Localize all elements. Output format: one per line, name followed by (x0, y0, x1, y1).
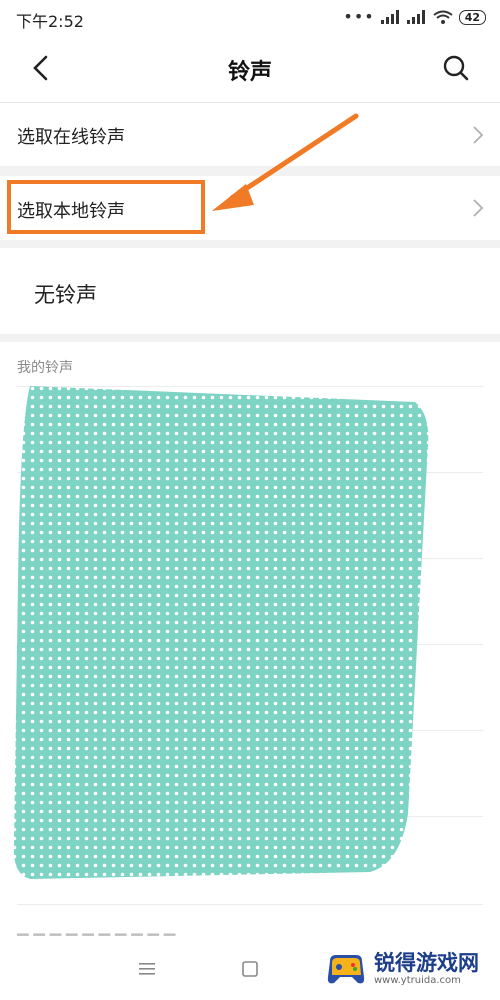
watermark-text: 锐得游戏网 www.ytruida.com (374, 951, 479, 987)
redaction-overlay (13, 386, 429, 879)
annotation-arrow-icon (212, 113, 359, 211)
watermark-url: www.ytruida.com (374, 975, 461, 986)
home-button[interactable] (235, 954, 265, 984)
section-gap (0, 334, 500, 342)
watermark-brand: 锐得游戏网 (374, 951, 479, 975)
my-ringtones-header: 我的铃声 (17, 360, 73, 376)
menu-button[interactable] (132, 954, 162, 984)
menu-icon (139, 963, 155, 975)
divider (17, 904, 483, 905)
watermark: 锐得游戏网 www.ytruida.com (324, 944, 494, 994)
faded-list-text: ▁ ▁ ▁ ▁ ▁ ▁ ▁ ▁ ▁ ▁ (17, 918, 176, 936)
gamepad-logo-icon (327, 955, 365, 984)
home-square-icon (242, 961, 258, 977)
